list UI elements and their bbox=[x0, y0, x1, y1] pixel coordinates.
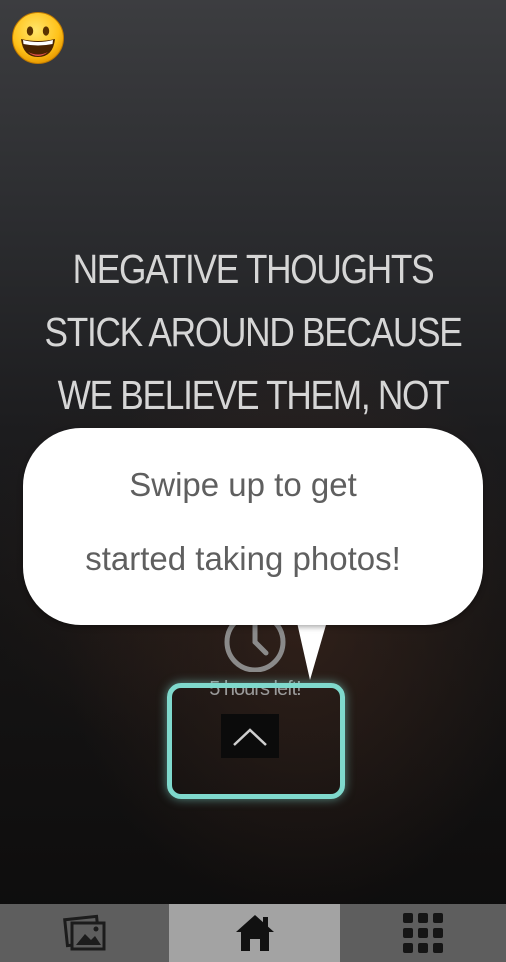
app-screen: NEGATIVE THOUGHTS STICK AROUND BECAUSE W… bbox=[0, 0, 506, 962]
tab-home[interactable] bbox=[169, 904, 340, 962]
swipe-highlight-frame bbox=[167, 683, 345, 799]
quote-line: NEGATIVE THOUGHTS bbox=[72, 246, 435, 292]
tab-gallery[interactable] bbox=[0, 904, 169, 962]
quote-text: NEGATIVE THOUGHTS STICK AROUND BECAUSE W… bbox=[35, 238, 470, 427]
gallery-icon bbox=[62, 914, 105, 951]
grinning-face-emoji-icon[interactable] bbox=[11, 11, 65, 65]
grid-icon bbox=[403, 913, 443, 953]
tooltip-tail bbox=[296, 618, 328, 680]
tab-grid[interactable] bbox=[340, 904, 506, 962]
tooltip-line: started taking photos! bbox=[85, 540, 401, 577]
bottom-tab-bar bbox=[0, 904, 506, 962]
home-icon bbox=[235, 915, 274, 951]
tooltip-text: Swipe up to get started taking photos! bbox=[23, 428, 463, 625]
quote-line: WE BELIEVE THEM, NOT bbox=[57, 372, 450, 418]
quote-line: STICK AROUND BECAUSE bbox=[44, 309, 462, 355]
tooltip-line: Swipe up to get bbox=[129, 466, 357, 503]
